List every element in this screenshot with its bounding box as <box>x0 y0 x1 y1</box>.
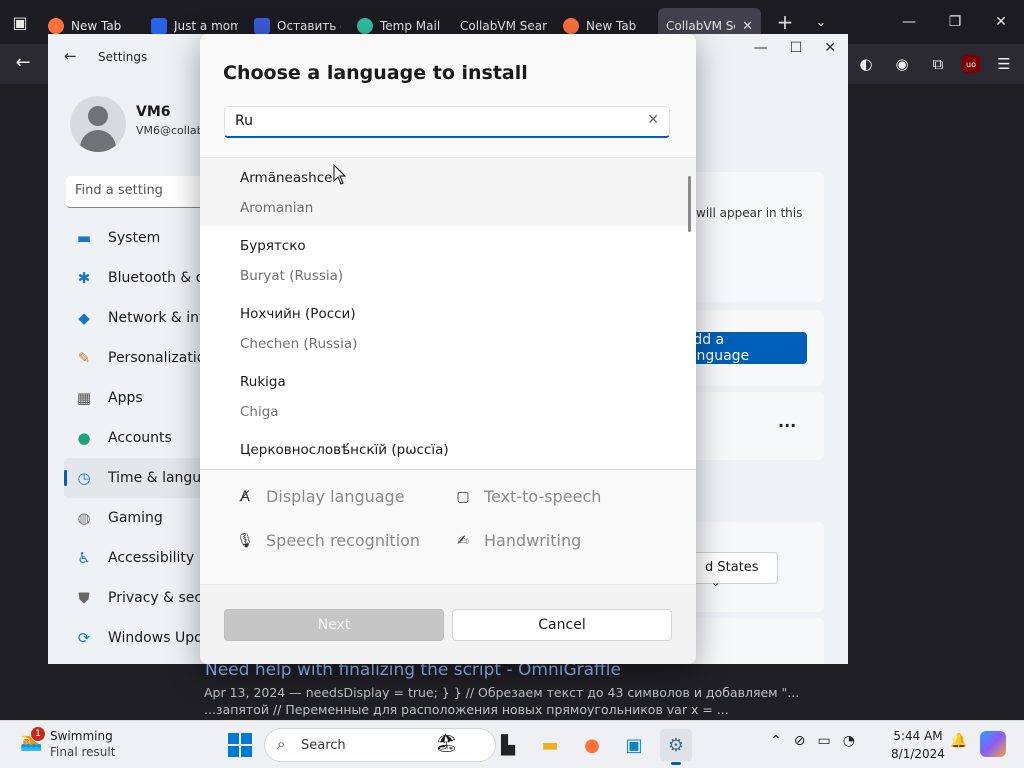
clock-globe-icon: ◷ <box>77 469 91 487</box>
language-features: A̸ Display language ▢ Text-to-speech 🎙 S… <box>200 471 696 585</box>
browser-window-controls: — ❐ ✕ <box>886 0 1024 44</box>
file-explorer-icon[interactable]: ▬ <box>534 729 566 761</box>
firefox-icon <box>563 18 579 34</box>
person-icon: ● <box>77 429 91 447</box>
language-search-box: ✕ <box>224 106 670 138</box>
feature-text-to-speech: ▢ Text-to-speech <box>454 487 601 506</box>
display-language-icon: A̸ <box>240 488 250 505</box>
start-button[interactable] <box>228 733 252 757</box>
card-text: will appear in this <box>696 206 803 220</box>
taskbar-search[interactable]: ⌕ Search 🏖 <box>264 728 496 762</box>
firefox-icon[interactable]: ● <box>576 729 608 761</box>
search-icon: ⌕ <box>277 735 286 753</box>
feature-speech-recognition: 🎙 Speech recognition <box>236 531 421 550</box>
language-install-dialog: Choose a language to install ✕ Armãneash… <box>200 34 696 664</box>
maximize-icon[interactable]: ☐ <box>790 40 803 56</box>
user-email: VM6@collab <box>136 124 204 137</box>
minimize-icon[interactable]: — <box>886 0 932 44</box>
chevron-up-icon[interactable]: ⌃ <box>770 733 782 749</box>
add-language-button[interactable]: Add a language <box>684 332 807 364</box>
settings-window-controls: — ☐ ✕ <box>754 40 836 56</box>
new-tab-icon[interactable]: + <box>767 10 803 34</box>
list-scrollbar[interactable] <box>688 176 691 232</box>
list-item[interactable]: Rukiga Chiga <box>200 362 696 430</box>
handwriting-icon: ✍ <box>457 532 469 549</box>
gamepad-icon: ◍ <box>77 509 91 527</box>
volume-icon[interactable]: ◔ <box>843 733 855 749</box>
close-tab-icon[interactable]: ✕ <box>742 19 753 34</box>
next-button[interactable]: Next <box>224 609 444 641</box>
display-icon: ▬ <box>76 229 92 247</box>
monitor-icon[interactable]: ▭ <box>817 733 830 749</box>
ublock-icon[interactable]: uo <box>962 55 980 73</box>
clear-search-icon[interactable]: ✕ <box>647 112 659 128</box>
notification-bell-icon[interactable]: 🔔 <box>950 733 967 749</box>
page-favicon-icon <box>151 18 167 34</box>
accessibility-icon: ♿ <box>77 549 91 567</box>
dialog-title: Choose a language to install <box>223 62 528 84</box>
apps-icon: ▦ <box>76 389 92 407</box>
minimize-icon[interactable]: — <box>754 40 768 56</box>
cancel-button[interactable]: Cancel <box>452 609 672 641</box>
extensions-icon[interactable]: ⧉ <box>926 52 950 76</box>
list-item[interactable]: Armãneashce Aromanian <box>200 158 696 226</box>
dialog-footer: Next Cancel <box>200 584 696 664</box>
maximize-icon[interactable]: ❐ <box>932 0 978 44</box>
list-item[interactable]: Церковнословѣ́нскїй (рѡссїа) <box>200 430 696 469</box>
feature-display-language: A̸ Display language <box>236 487 404 506</box>
list-tabs-icon[interactable]: ⌄ <box>803 15 839 30</box>
firefox-view-icon[interactable]: ◐ <box>854 52 878 76</box>
user-name: VM6 <box>136 104 171 120</box>
avatar[interactable] <box>70 96 126 152</box>
browser-toolbar: ◐ ◉ ⧉ uo ☰ <box>854 52 1016 76</box>
clock[interactable]: 5:44 AM 8/1/2024 <box>890 727 946 763</box>
refresh-icon: ⟳ <box>77 629 91 647</box>
taskbar: 🏊 1 Swimming Final result ⌕ Search 🏖 ▙ ▬… <box>0 720 1024 768</box>
microphone-icon: 🎙 <box>236 532 254 549</box>
temp-mail-icon <box>357 18 373 34</box>
tab-overview-icon[interactable]: ▣ <box>0 0 40 44</box>
more-options-icon[interactable]: ··· <box>778 416 796 435</box>
back-arrow-icon[interactable]: ← <box>64 47 77 65</box>
settings-app-icon[interactable]: ⚙ <box>660 729 692 765</box>
close-icon[interactable]: ✕ <box>978 0 1024 44</box>
search-result-snippet: Apr 13, 2024 — needsDisplay = true; } } … <box>204 685 800 717</box>
language-list: Armãneashce Aromanian Бурятско Buryat (R… <box>200 157 696 470</box>
weather-widget[interactable]: 🏊 1 Swimming Final result <box>20 727 150 763</box>
search-highlight-icon: 🏖 <box>435 733 458 754</box>
bluetooth-icon: ✱ <box>77 269 91 287</box>
firefox-icon <box>48 18 64 34</box>
language-search-input[interactable] <box>225 107 635 135</box>
page-favicon-icon <box>254 18 270 34</box>
close-icon[interactable]: ✕ <box>824 40 836 56</box>
notification-badge: 1 <box>31 727 45 741</box>
remote-desktop-icon[interactable]: ▣ <box>618 729 650 761</box>
text-to-speech-icon: ▢ <box>456 488 470 505</box>
account-icon[interactable]: ◉ <box>890 52 914 76</box>
brush-icon: ✎ <box>77 349 91 367</box>
back-arrow-icon[interactable]: ← <box>10 52 36 76</box>
list-item[interactable]: Нохчийн (Росси) Chechen (Russia) <box>200 294 696 362</box>
list-item[interactable]: Бурятско Buryat (Russia) <box>200 226 696 294</box>
shield-icon: ⛊ <box>78 589 90 607</box>
feature-handwriting: ✍ Handwriting <box>454 531 581 550</box>
system-tray: ⌃ ⊘ ▭ ◔ <box>770 733 855 749</box>
menu-icon[interactable]: ☰ <box>992 52 1016 76</box>
taskbar-apps: ▙ ▬ ● ▣ ⚙ <box>492 729 692 765</box>
window-title: Settings <box>98 50 148 64</box>
task-view-icon[interactable]: ▙ <box>492 729 524 761</box>
copilot-icon[interactable] <box>980 731 1006 757</box>
wifi-icon: ◆ <box>78 309 90 327</box>
chevron-down-icon: ⌄ <box>711 576 721 589</box>
network-icon[interactable]: ⊘ <box>794 733 806 749</box>
